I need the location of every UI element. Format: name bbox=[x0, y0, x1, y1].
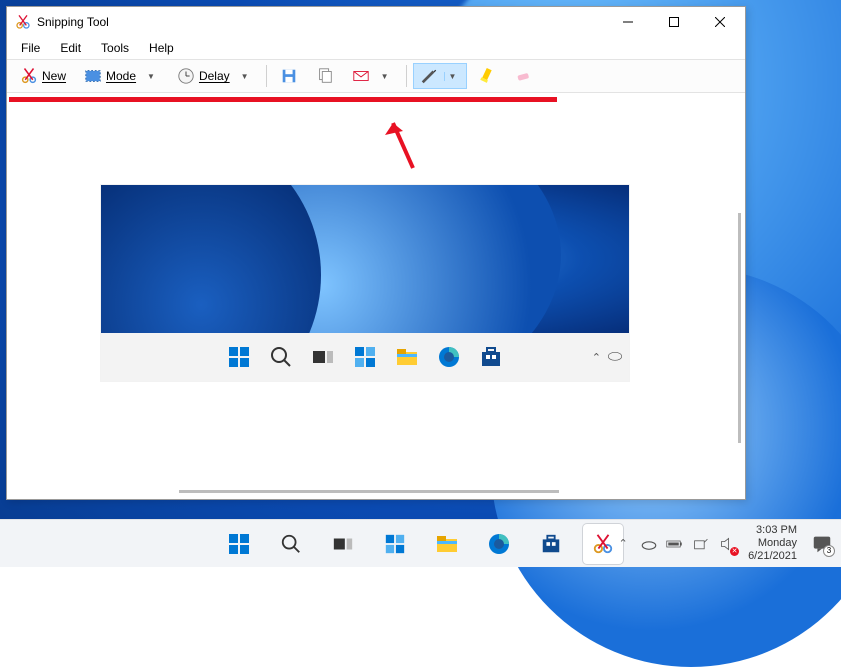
window-title: Snipping Tool bbox=[37, 15, 605, 29]
menu-tools[interactable]: Tools bbox=[93, 39, 137, 57]
chevron-down-icon[interactable]: ▼ bbox=[236, 72, 253, 81]
tray-overflow-button[interactable]: ⌃ bbox=[614, 535, 632, 553]
search-icon bbox=[269, 345, 293, 369]
chevron-down-icon[interactable]: ▼ bbox=[444, 72, 461, 81]
new-button[interactable]: New bbox=[13, 63, 73, 89]
mode-label: Mode bbox=[106, 69, 136, 83]
new-label: New bbox=[42, 69, 66, 83]
separator bbox=[406, 65, 407, 87]
taskbar: ⌃ ✕ 3:03 PM Monday 6/21/2021 3 bbox=[0, 519, 841, 567]
widgets-icon bbox=[353, 345, 377, 369]
onedrive-icon[interactable] bbox=[640, 535, 658, 553]
close-button[interactable] bbox=[697, 7, 743, 37]
mail-icon bbox=[352, 67, 370, 85]
minimize-button[interactable] bbox=[605, 7, 651, 37]
delay-button[interactable]: Delay ▼ bbox=[170, 63, 260, 89]
eraser-button[interactable] bbox=[507, 63, 539, 89]
store-button[interactable] bbox=[531, 524, 571, 564]
arrow-annotation bbox=[383, 113, 423, 178]
battery-icon[interactable] bbox=[666, 535, 684, 553]
horizontal-scrollbar[interactable] bbox=[179, 490, 559, 493]
taskbar-center bbox=[219, 524, 623, 564]
clock-icon bbox=[177, 67, 195, 85]
menubar: File Edit Tools Help bbox=[7, 37, 745, 59]
copy-icon bbox=[316, 67, 334, 85]
taskview-button[interactable] bbox=[323, 524, 363, 564]
chevron-down-icon[interactable]: ▼ bbox=[376, 72, 393, 81]
store-icon bbox=[479, 345, 503, 369]
highlighter-button[interactable] bbox=[471, 63, 503, 89]
menu-edit[interactable]: Edit bbox=[52, 39, 89, 57]
menu-file[interactable]: File bbox=[13, 39, 48, 57]
search-button[interactable] bbox=[271, 524, 311, 564]
chevron-down-icon[interactable]: ▼ bbox=[142, 72, 159, 81]
separator bbox=[266, 65, 267, 87]
clock-time: 3:03 PM bbox=[748, 524, 797, 537]
captured-systray: ⌃ bbox=[592, 347, 623, 368]
volume-icon[interactable]: ✕ bbox=[718, 535, 736, 553]
canvas-area[interactable]: ⌃ bbox=[7, 93, 745, 499]
onedrive-icon bbox=[607, 347, 623, 368]
explorer-icon bbox=[395, 345, 419, 369]
eraser-icon bbox=[514, 67, 532, 85]
snipping-tool-icon bbox=[15, 14, 31, 30]
vertical-scrollbar[interactable] bbox=[738, 213, 741, 443]
clock-date: 6/21/2021 bbox=[748, 550, 797, 563]
notification-count: 3 bbox=[823, 545, 835, 557]
pen-button[interactable]: ▼ bbox=[413, 63, 468, 89]
network-icon[interactable] bbox=[692, 535, 710, 553]
edge-button[interactable] bbox=[479, 524, 519, 564]
highlighter-icon bbox=[478, 67, 496, 85]
pen-icon bbox=[420, 67, 438, 85]
menu-help[interactable]: Help bbox=[141, 39, 182, 57]
pen-annotation-line bbox=[9, 97, 557, 102]
notifications-button[interactable]: 3 bbox=[811, 533, 833, 555]
start-icon bbox=[227, 345, 251, 369]
copy-button[interactable] bbox=[309, 63, 341, 89]
maximize-button[interactable] bbox=[651, 7, 697, 37]
save-button[interactable] bbox=[273, 63, 305, 89]
chevron-up-icon: ⌃ bbox=[592, 351, 601, 364]
clock[interactable]: 3:03 PM Monday 6/21/2021 bbox=[748, 524, 797, 563]
scissors-icon bbox=[20, 67, 38, 85]
clock-day: Monday bbox=[748, 537, 797, 550]
widgets-button[interactable] bbox=[375, 524, 415, 564]
edge-icon bbox=[437, 345, 461, 369]
explorer-button[interactable] bbox=[427, 524, 467, 564]
mode-button[interactable]: Mode ▼ bbox=[77, 63, 166, 89]
rectangle-select-icon bbox=[84, 67, 102, 85]
delay-label: Delay bbox=[199, 69, 230, 83]
toolbar: New Mode ▼ Delay ▼ ▼ ▼ bbox=[7, 59, 745, 93]
titlebar[interactable]: Snipping Tool bbox=[7, 7, 745, 37]
snipping-tool-window: Snipping Tool File Edit Tools Help New M… bbox=[6, 6, 746, 500]
save-icon bbox=[280, 67, 298, 85]
captured-wallpaper bbox=[101, 185, 629, 333]
send-button[interactable]: ▼ bbox=[345, 63, 400, 89]
captured-screenshot: ⌃ bbox=[101, 185, 629, 381]
system-tray: ⌃ ✕ 3:03 PM Monday 6/21/2021 3 bbox=[614, 520, 833, 567]
start-button[interactable] bbox=[219, 524, 259, 564]
taskview-icon bbox=[311, 345, 335, 369]
captured-taskbar: ⌃ bbox=[101, 333, 629, 381]
